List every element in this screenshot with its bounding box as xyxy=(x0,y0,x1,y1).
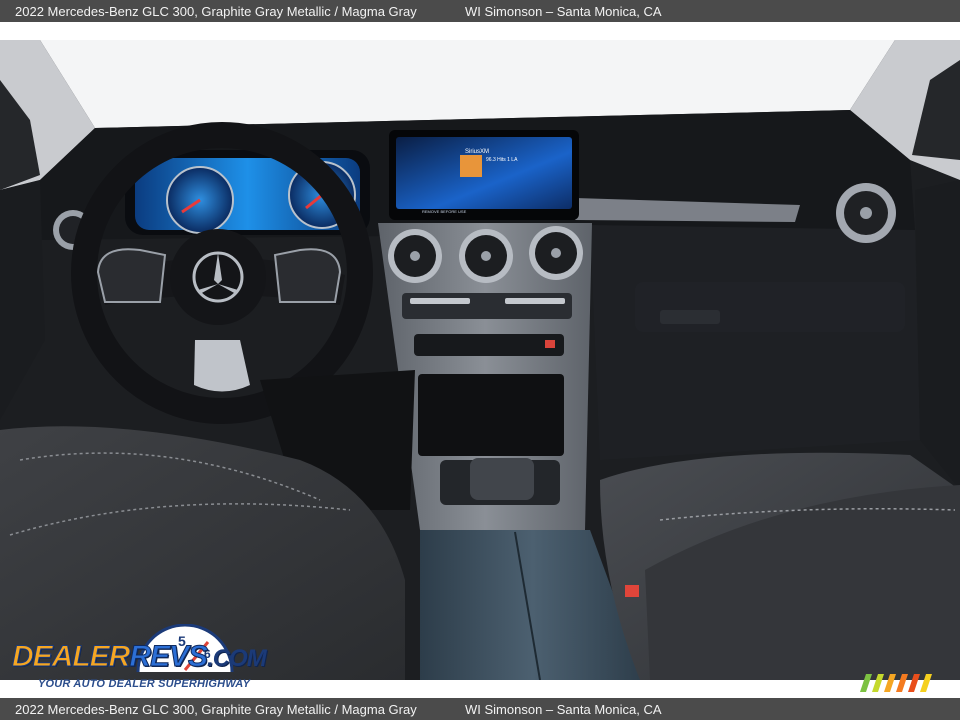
screen-station: 96.3 Hits 1 LA xyxy=(486,157,518,163)
caption-bar-bottom: 2022 Mercedes-Benz GLC 300, Graphite Gra… xyxy=(0,698,960,720)
color-stripe xyxy=(896,674,908,692)
color-stripe xyxy=(920,674,932,692)
screen-footer: REMOVE BEFORE USE xyxy=(422,209,467,214)
storage-cubby xyxy=(418,374,564,456)
dealer-name-bottom: WI Simonson – Santa Monica, CA xyxy=(465,701,662,717)
dealer-name: WI Simonson – Santa Monica, CA xyxy=(465,3,662,19)
hazard-icon xyxy=(545,340,555,348)
glovebox-handle xyxy=(660,310,720,324)
vehicle-title: 2022 Mercedes-Benz GLC 300, Graphite Gra… xyxy=(15,3,417,19)
interior-photo: SiriusXM 96.3 Hits 1 LA REMOVE BEFORE US… xyxy=(0,40,960,680)
color-stripes-logo xyxy=(860,674,932,692)
color-stripe xyxy=(860,674,872,692)
interior-illustration: SiriusXM 96.3 Hits 1 LA REMOVE BEFORE US… xyxy=(0,40,960,680)
album-art xyxy=(460,155,482,177)
center-vents xyxy=(388,226,583,283)
left-spoke-controls xyxy=(96,248,167,303)
dealerrevs-logo-text: DEALERREVS.COM xyxy=(11,640,266,674)
switch-panel xyxy=(414,334,564,356)
color-stripe xyxy=(884,674,896,692)
climate-controls xyxy=(402,293,572,319)
steering-lower-spoke xyxy=(194,340,250,392)
color-stripe xyxy=(908,674,920,692)
vehicle-title-bottom: 2022 Mercedes-Benz GLC 300, Graphite Gra… xyxy=(15,701,417,717)
seatbelt-buckle xyxy=(625,585,639,597)
dealerrevs-watermark: 4 5 6 DEALERREVS.COM YOUR AUTO DEALER SU… xyxy=(10,620,270,692)
caption-bar-top: 2022 Mercedes-Benz GLC 300, Graphite Gra… xyxy=(0,0,960,22)
right-spoke-controls xyxy=(273,248,342,303)
dealerrevs-tagline: YOUR AUTO DEALER SUPERHIGHWAY xyxy=(38,678,251,690)
screen-media-title: SiriusXM xyxy=(465,149,489,155)
color-stripe xyxy=(872,674,884,692)
